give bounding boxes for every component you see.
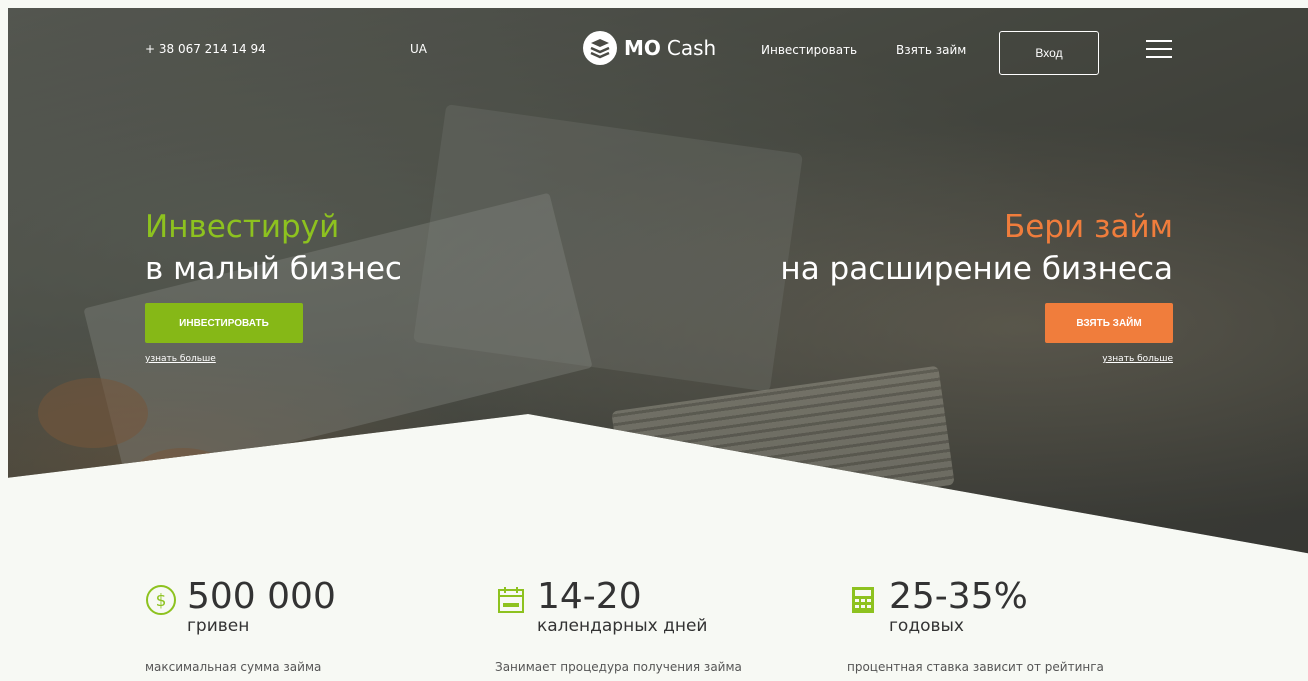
- logo-text-light: Cash: [666, 36, 717, 60]
- dollar-circle-icon: $: [146, 585, 176, 615]
- loan-learn-more-link[interactable]: узнать больше: [780, 354, 1173, 364]
- calculator-icon: [852, 587, 874, 613]
- stat-value: 500 000: [187, 576, 336, 617]
- stat-unit: годовых: [889, 616, 964, 636]
- stat-description: максимальная сумма займа: [145, 660, 322, 674]
- stat-rate: 25-35% годовых: [847, 578, 1028, 636]
- calendar-icon: [498, 587, 524, 613]
- logo-icon: [583, 31, 617, 65]
- loan-subheadline: на расширение бизнеса: [780, 251, 1173, 287]
- stat-duration: 14-20 календарных дней: [495, 578, 707, 636]
- nav-invest[interactable]: Инвестировать: [761, 43, 857, 57]
- stat-value: 25-35%: [889, 576, 1028, 617]
- stat-value: 14-20: [537, 576, 642, 617]
- loan-block: Бери займ на расширение бизнеса ВЗЯТЬ ЗА…: [780, 205, 1173, 364]
- invest-block: Инвестируй в малый бизнес ИНВЕСТИРОВАТЬ …: [145, 205, 402, 364]
- language-switch[interactable]: UA: [410, 42, 427, 56]
- loan-headline: Бери займ: [1003, 209, 1173, 245]
- invest-button[interactable]: ИНВЕСТИРОВАТЬ: [145, 303, 303, 343]
- nav-borrow[interactable]: Взять займ: [896, 43, 966, 57]
- invest-learn-more-link[interactable]: узнать больше: [145, 354, 402, 364]
- stat-unit: гривен: [187, 616, 250, 636]
- logo-text-bold: MO: [624, 36, 661, 60]
- stat-unit: календарных дней: [537, 616, 708, 636]
- login-button[interactable]: Вход: [999, 31, 1099, 75]
- phone-number[interactable]: + 38 067 214 14 94: [145, 42, 266, 56]
- invest-subheadline: в малый бизнес: [145, 251, 402, 287]
- logo[interactable]: MO Cash: [582, 30, 716, 66]
- invest-headline: Инвестируй: [145, 209, 340, 245]
- stat-description: Занимает процедура получения займа: [495, 660, 742, 674]
- loan-button[interactable]: ВЗЯТЬ ЗАЙМ: [1045, 303, 1173, 343]
- stat-description: процентная ставка зависит от рейтинга: [847, 660, 1104, 674]
- top-bar: + 38 067 214 14 94 UA MO Cash Инвестиров…: [0, 0, 1308, 90]
- svg-text:$: $: [156, 591, 167, 611]
- stat-max-amount: $ 500 000 гривен: [145, 578, 336, 636]
- menu-burger-icon[interactable]: [1146, 40, 1172, 60]
